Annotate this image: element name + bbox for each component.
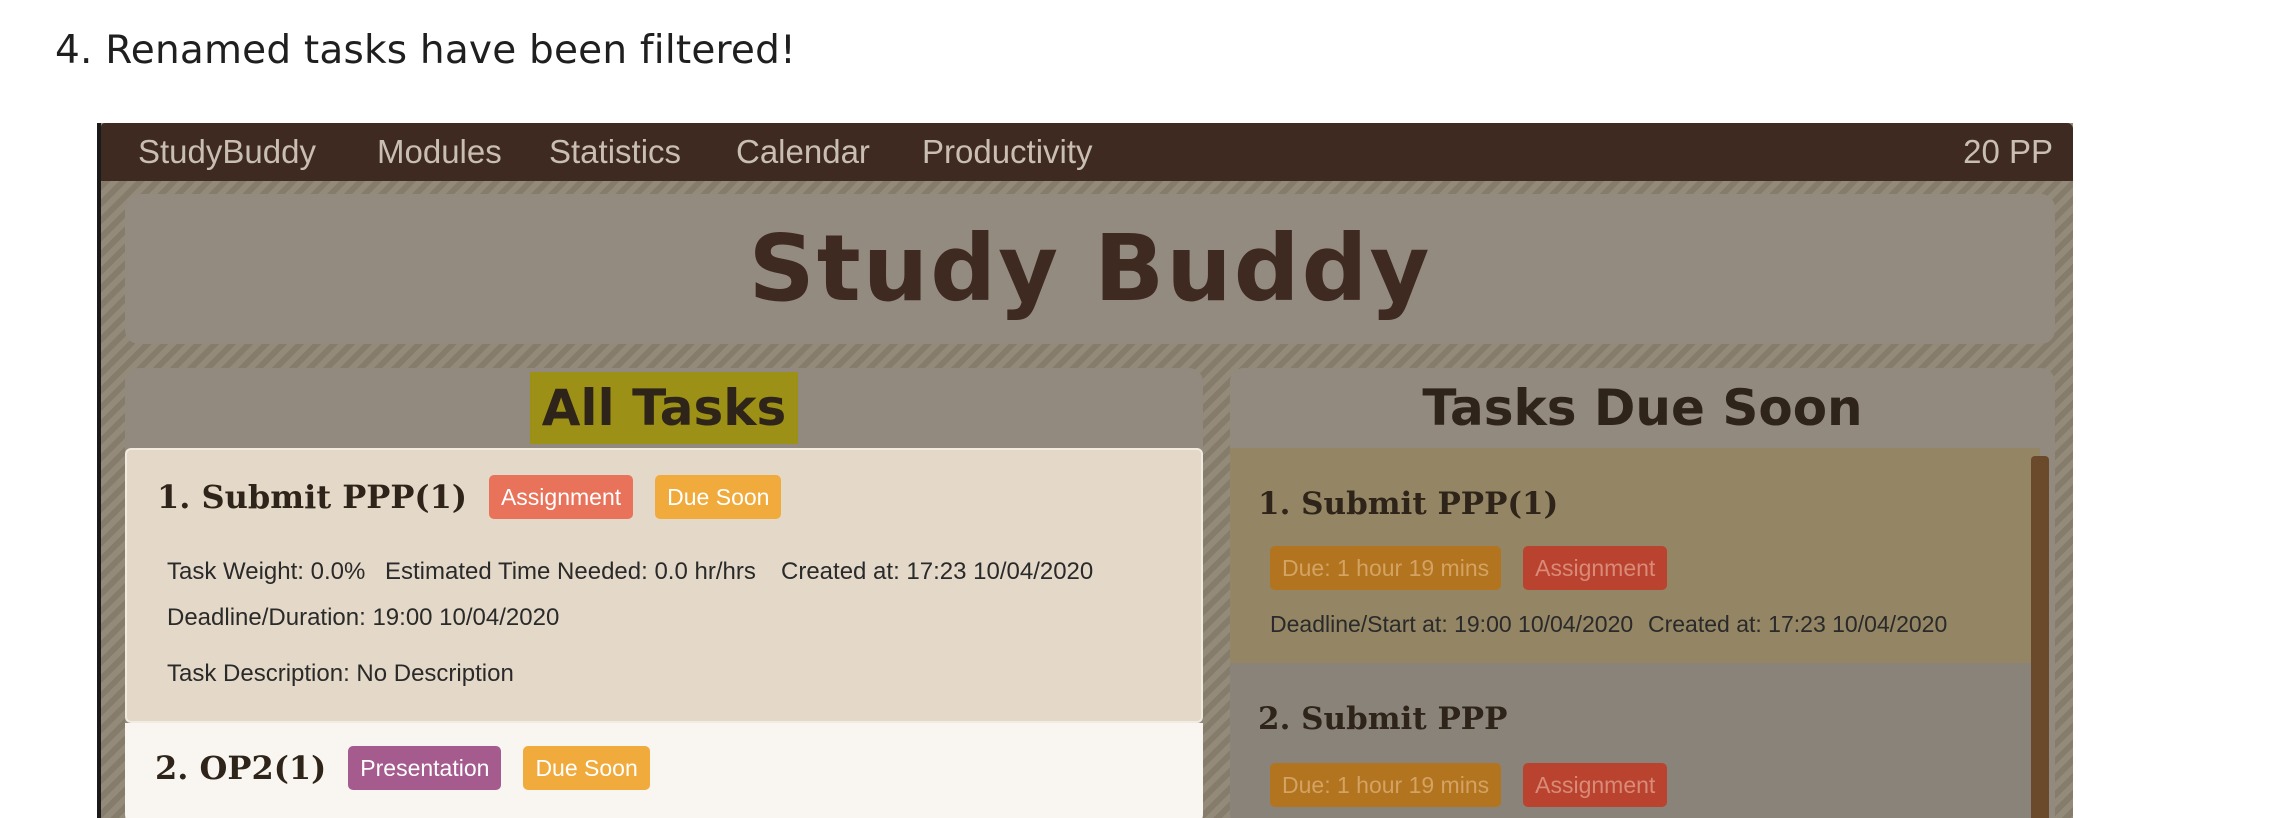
presentation-tag: Presentation bbox=[348, 746, 502, 790]
task-description: Task Description: No Description bbox=[167, 660, 514, 687]
due-task-deadline: Deadline/Start at: 19:00 10/04/2020 bbox=[1270, 611, 1634, 637]
task-name: 2. OP2(1) bbox=[155, 749, 327, 787]
due-soon-tag: Due Soon bbox=[655, 475, 782, 519]
due-task-name: 1. Submit PPP(1) bbox=[1258, 486, 1559, 522]
task-deadline: Deadline/Duration: 19:00 10/04/2020 bbox=[167, 604, 560, 631]
due-task-card[interactable]: 2. Submit PPP Due: 1 hour 19 mins Assign… bbox=[1230, 663, 2040, 818]
due-task-card[interactable]: 1. Submit PPP(1) Due: 1 hour 19 mins Ass… bbox=[1230, 448, 2040, 663]
due-soon-tag: Due Soon bbox=[523, 746, 650, 790]
productivity-points: 20 PP bbox=[1963, 133, 2053, 170]
menu-item-statistics[interactable]: Statistics bbox=[549, 131, 681, 173]
due-soon-scrollbar[interactable] bbox=[2031, 456, 2049, 818]
title-banner: Study Buddy bbox=[125, 194, 2055, 344]
app-title: Study Buddy bbox=[748, 215, 1432, 322]
assignment-tag: Assignment bbox=[1523, 763, 1668, 807]
tasks-due-soon-heading: Tasks Due Soon bbox=[1422, 379, 1863, 437]
menu-item-calendar[interactable]: Calendar bbox=[736, 131, 870, 173]
app-window: StudyBuddy Modules Statistics Calendar P… bbox=[97, 123, 2073, 818]
menu-item-studybuddy[interactable]: StudyBuddy bbox=[138, 131, 316, 173]
all-tasks-heading: All Tasks bbox=[529, 372, 799, 444]
step-heading: 4. Renamed tasks have been filtered! bbox=[55, 28, 796, 73]
task-card[interactable]: 2. OP2(1) Presentation Due Soon bbox=[125, 723, 1203, 818]
task-card-selected[interactable]: 1. Submit PPP(1) Assignment Due Soon Tas… bbox=[125, 448, 1203, 723]
due-time-tag: Due: 1 hour 19 mins bbox=[1270, 546, 1502, 590]
task-weight: Task Weight: 0.0% bbox=[167, 558, 366, 585]
assignment-tag: Assignment bbox=[1523, 546, 1668, 590]
tasks-due-soon-panel: Tasks Due Soon 1. Submit PPP(1) Due: 1 h… bbox=[1230, 368, 2055, 818]
task-name: 1. Submit PPP(1) bbox=[157, 478, 467, 516]
due-task-name: 2. Submit PPP bbox=[1258, 701, 1508, 737]
menu-item-modules[interactable]: Modules bbox=[377, 131, 502, 173]
menu-item-productivity[interactable]: Productivity bbox=[922, 131, 1093, 173]
all-tasks-panel: All Tasks 1. Submit PPP(1) Assignment Du… bbox=[125, 368, 1203, 818]
task-created-at: Created at: 17:23 10/04/2020 bbox=[781, 558, 1094, 585]
menu-bar: StudyBuddy Modules Statistics Calendar P… bbox=[101, 123, 2073, 181]
due-time-tag: Due: 1 hour 19 mins bbox=[1270, 763, 1502, 807]
task-estimated-time: Estimated Time Needed: 0.0 hr/hrs bbox=[385, 558, 756, 585]
due-task-created-at: Created at: 17:23 10/04/2020 bbox=[1648, 611, 1948, 637]
assignment-tag: Assignment bbox=[488, 475, 634, 519]
